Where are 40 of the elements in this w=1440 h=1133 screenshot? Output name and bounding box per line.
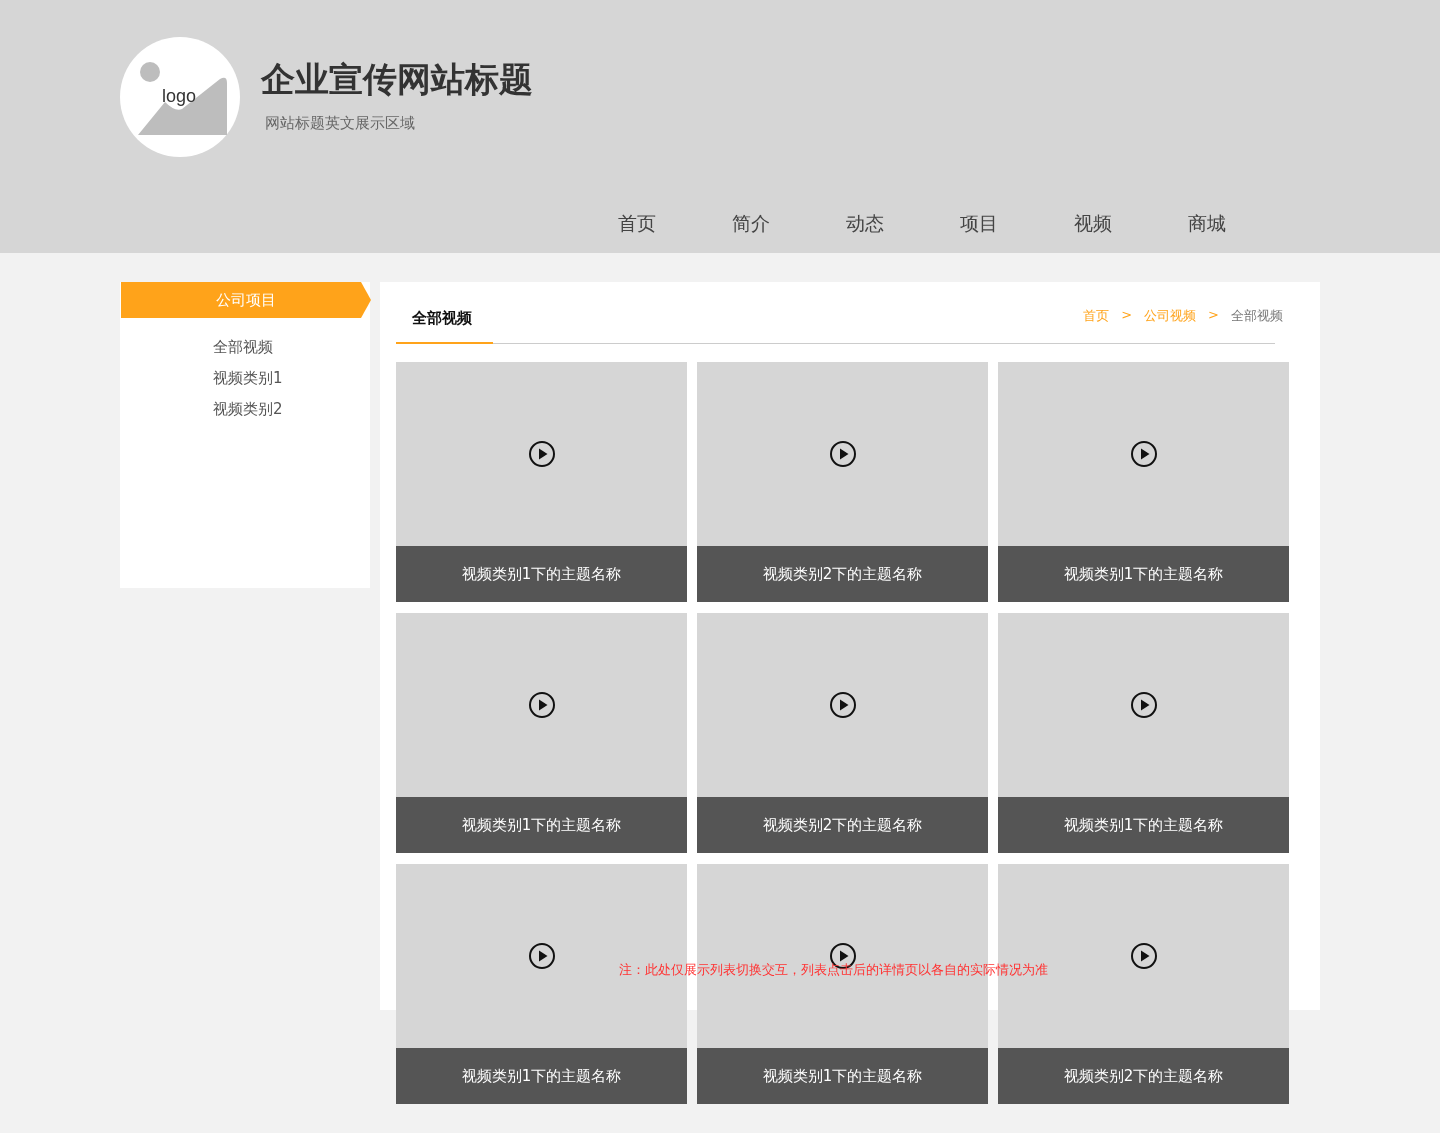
nav-link[interactable]: 首页 bbox=[580, 208, 694, 238]
play-icon[interactable] bbox=[828, 691, 857, 719]
sidebar-link[interactable]: 视频类别2 bbox=[213, 394, 283, 425]
play-icon[interactable] bbox=[828, 440, 857, 468]
play-icon[interactable] bbox=[1129, 440, 1158, 468]
video-thumbnail[interactable] bbox=[396, 362, 687, 546]
play-icon[interactable] bbox=[527, 942, 556, 970]
nav-link[interactable]: 商城 bbox=[1150, 208, 1264, 238]
video-thumbnail[interactable] bbox=[697, 613, 988, 797]
site-title: 企业宣传网站标题 bbox=[261, 58, 533, 101]
video-caption[interactable]: 视频类别1下的主题名称 bbox=[396, 797, 687, 853]
video-caption[interactable]: 视频类别2下的主题名称 bbox=[697, 797, 988, 853]
video-caption[interactable]: 视频类别1下的主题名称 bbox=[396, 1048, 687, 1104]
sidebar-link[interactable]: 视频类别1 bbox=[213, 363, 283, 394]
video-caption[interactable]: 视频类别2下的主题名称 bbox=[998, 1048, 1289, 1104]
video-thumbnail[interactable] bbox=[697, 362, 988, 546]
sidebar-link[interactable]: 全部视频 bbox=[213, 332, 273, 363]
video-caption[interactable]: 视频类别1下的主题名称 bbox=[998, 546, 1289, 602]
breadcrumb-separator: > bbox=[1208, 307, 1219, 324]
video-thumbnail[interactable] bbox=[998, 362, 1289, 546]
play-icon[interactable] bbox=[527, 691, 556, 719]
video-caption[interactable]: 视频类别2下的主题名称 bbox=[697, 546, 988, 602]
play-icon[interactable] bbox=[527, 440, 556, 468]
tab[interactable]: 全部视频 bbox=[396, 309, 493, 344]
play-icon[interactable] bbox=[1129, 942, 1158, 970]
breadcrumb-separator: > bbox=[1121, 307, 1133, 324]
video-thumbnail[interactable] bbox=[396, 613, 687, 797]
video-caption[interactable]: 视频类别1下的主题名称 bbox=[697, 1048, 988, 1104]
site-subtitle: 网站标题英文展示区域 bbox=[265, 114, 416, 133]
nav-link[interactable]: 视频 bbox=[1036, 208, 1150, 238]
nav-link[interactable]: 简介 bbox=[694, 208, 808, 238]
breadcrumb-current: 全部视频 bbox=[1231, 307, 1283, 325]
video-caption[interactable]: 视频类别1下的主题名称 bbox=[998, 797, 1289, 853]
video-thumbnail[interactable] bbox=[998, 613, 1289, 797]
nav-link[interactable]: 项目 bbox=[922, 208, 1036, 238]
play-icon[interactable] bbox=[1129, 691, 1158, 719]
sidebar-heading: 公司项目 bbox=[121, 282, 371, 318]
logo-text: logo bbox=[162, 86, 197, 107]
nav-link[interactable]: 动态 bbox=[808, 208, 922, 238]
video-caption[interactable]: 视频类别1下的主题名称 bbox=[396, 546, 687, 602]
